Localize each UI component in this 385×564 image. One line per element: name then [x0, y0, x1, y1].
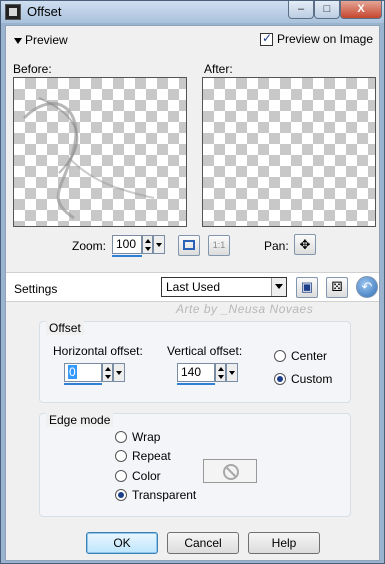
- offset-group: Offset Horizontal offset: Vertical offse…: [39, 321, 351, 403]
- before-preview-canvas[interactable]: [13, 77, 187, 227]
- preview-on-image-checkbox-row[interactable]: Preview on Image: [259, 31, 373, 46]
- zoom-label: Zoom:: [72, 239, 107, 253]
- wrap-label: Wrap: [132, 430, 161, 444]
- custom-option[interactable]: Custom: [274, 372, 332, 386]
- randomize-button[interactable]: ⚄: [326, 277, 348, 298]
- color-radio[interactable]: [115, 470, 127, 482]
- wrap-radio[interactable]: [115, 431, 127, 443]
- offset-dialog-window: Offset – □ X Preview Preview on Image Be…: [0, 0, 385, 564]
- reset-button[interactable]: ↶: [356, 276, 378, 298]
- preview-on-image-checkbox[interactable]: [259, 31, 273, 46]
- vertical-offset-dropdown-arrow[interactable]: [226, 363, 238, 382]
- minimize-button[interactable]: –: [288, 1, 314, 19]
- horizontal-offset-value: 0: [68, 365, 77, 379]
- transparent-label: Transparent: [132, 488, 197, 502]
- zoom-slider-bar[interactable]: [112, 255, 142, 257]
- collapse-triangle-icon: [14, 37, 22, 44]
- horizontal-offset-slider-bar[interactable]: [64, 383, 102, 385]
- preset-select[interactable]: Last Used: [161, 277, 287, 297]
- center-label: Center: [291, 349, 328, 363]
- dice-icon: ⚄: [331, 279, 343, 294]
- vertical-offset-label: Vertical offset:: [167, 344, 243, 358]
- edge-color-swatch[interactable]: [203, 459, 257, 483]
- center-option[interactable]: Center: [274, 349, 327, 363]
- wrap-option[interactable]: Wrap: [115, 430, 160, 444]
- close-button[interactable]: X: [340, 1, 382, 19]
- custom-label: Custom: [291, 372, 333, 386]
- disabled-circle-icon: [223, 464, 239, 480]
- repeat-radio[interactable]: [115, 450, 127, 462]
- zoom-fit-icon: [183, 240, 195, 250]
- custom-radio[interactable]: [274, 373, 286, 385]
- offset-group-title: Offset: [46, 321, 84, 335]
- actual-size-button[interactable]: 1:1: [208, 235, 230, 256]
- preset-dropdown-arrow[interactable]: [271, 278, 286, 296]
- after-preview-canvas[interactable]: [202, 77, 376, 227]
- horizontal-offset-input[interactable]: 0: [64, 363, 102, 382]
- color-label: Color: [132, 469, 161, 483]
- cancel-button[interactable]: Cancel: [167, 532, 239, 554]
- edge-mode-group: Edge mode Wrap Repeat Color Transparent: [39, 413, 351, 517]
- zoom-dropdown-arrow[interactable]: [153, 235, 165, 254]
- pan-button[interactable]: ✥: [294, 234, 316, 255]
- preview-on-image-label: Preview on Image: [276, 32, 373, 46]
- window-title: Offset: [27, 4, 62, 19]
- vertical-offset-spinner[interactable]: [215, 363, 226, 382]
- save-preset-button[interactable]: ▣: [296, 277, 318, 298]
- vertical-offset-input[interactable]: 140: [177, 363, 215, 382]
- floppy-disk-icon: ▣: [300, 279, 314, 294]
- reset-arrow-icon: ↶: [361, 279, 373, 294]
- settings-label: Settings: [14, 282, 58, 296]
- title-bar[interactable]: Offset – □ X: [1, 1, 384, 23]
- horizontal-offset-label: Horizontal offset:: [53, 344, 143, 358]
- watermark-text: Arte by _Neusa Novaes: [176, 302, 314, 316]
- zoom-spinner[interactable]: [142, 235, 153, 254]
- pan-label: Pan:: [264, 239, 289, 253]
- repeat-option[interactable]: Repeat: [115, 449, 171, 463]
- after-label: After:: [204, 62, 233, 76]
- settings-bar: Settings Last Used ▣ ⚄ ↶: [6, 272, 379, 302]
- before-label: Before:: [13, 62, 52, 76]
- horizontal-offset-dropdown-arrow[interactable]: [113, 363, 125, 382]
- preview-toggle-label: Preview: [25, 33, 68, 47]
- center-radio[interactable]: [274, 350, 286, 362]
- app-icon: [5, 4, 21, 20]
- color-option[interactable]: Color: [115, 469, 161, 483]
- zoom-fit-button[interactable]: [178, 235, 200, 256]
- transparent-radio[interactable]: [115, 489, 127, 501]
- maximize-button[interactable]: □: [314, 1, 340, 19]
- move-arrows-icon: ✥: [299, 237, 311, 252]
- repeat-label: Repeat: [132, 449, 171, 463]
- horizontal-offset-spinner[interactable]: [102, 363, 113, 382]
- zoom-input[interactable]: 100: [112, 235, 142, 254]
- edge-mode-group-title: Edge mode: [46, 413, 114, 427]
- decorative-tube-image: [22, 97, 155, 220]
- preview-toggle[interactable]: Preview: [14, 33, 68, 47]
- vertical-offset-slider-bar[interactable]: [177, 383, 215, 385]
- dialog-client-area: Preview Preview on Image Before: After: …: [5, 25, 380, 561]
- help-button[interactable]: Help: [248, 532, 320, 554]
- transparent-option[interactable]: Transparent: [115, 488, 196, 502]
- ok-button[interactable]: OK: [86, 532, 158, 554]
